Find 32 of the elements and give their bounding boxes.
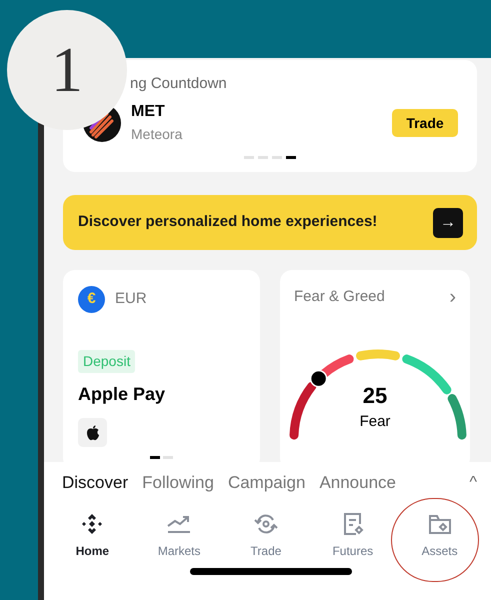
step-badge: 1 (7, 10, 127, 130)
coin-name: Meteora (131, 125, 182, 144)
feed-tab[interactable]: Announce (319, 470, 396, 496)
nav-label[interactable]: Markets (158, 542, 201, 560)
arrow-button[interactable]: → (433, 208, 463, 238)
euro-icon: € (78, 286, 105, 313)
nav-label[interactable]: Home (76, 542, 110, 560)
coin-symbol: MET (131, 102, 166, 122)
payment-method: Apple Pay (78, 383, 166, 406)
document-icon[interactable] (342, 512, 364, 536)
nav-label[interactable]: Futures (332, 542, 374, 560)
gauge-label: Fear (360, 412, 390, 432)
gauge-value: 25 (362, 383, 388, 409)
deposit-tag: Deposit (78, 350, 136, 373)
nav-label[interactable]: Assets (422, 542, 458, 560)
card-title: Fear & Greed (294, 287, 385, 307)
diamond-logo-icon[interactable] (81, 512, 104, 536)
fear-greed-card[interactable]: Fear & Greed › 25 Fear (280, 270, 470, 462)
currency-code: EUR (115, 289, 147, 310)
apple-logo-icon (78, 418, 107, 447)
chevron-icon: › (449, 288, 456, 306)
banner-text: Discover personalized home experiences! (78, 212, 378, 232)
feed-tab[interactable]: Following (142, 470, 214, 496)
folder-icon[interactable] (428, 512, 452, 536)
currency-card[interactable]: € EUR Deposit Apple Pay (63, 270, 260, 462)
nav-label[interactable]: Trade (250, 542, 282, 560)
promo-banner[interactable]: Discover personalized home experiences! → (63, 195, 477, 250)
feed-tab[interactable]: Discover (62, 470, 128, 496)
trade-button[interactable]: Trade (392, 109, 458, 137)
cycle-arrows-icon[interactable] (252, 512, 279, 536)
feed-tab[interactable]: Campaign (228, 470, 306, 496)
card-title: ng Countdown (130, 74, 227, 94)
